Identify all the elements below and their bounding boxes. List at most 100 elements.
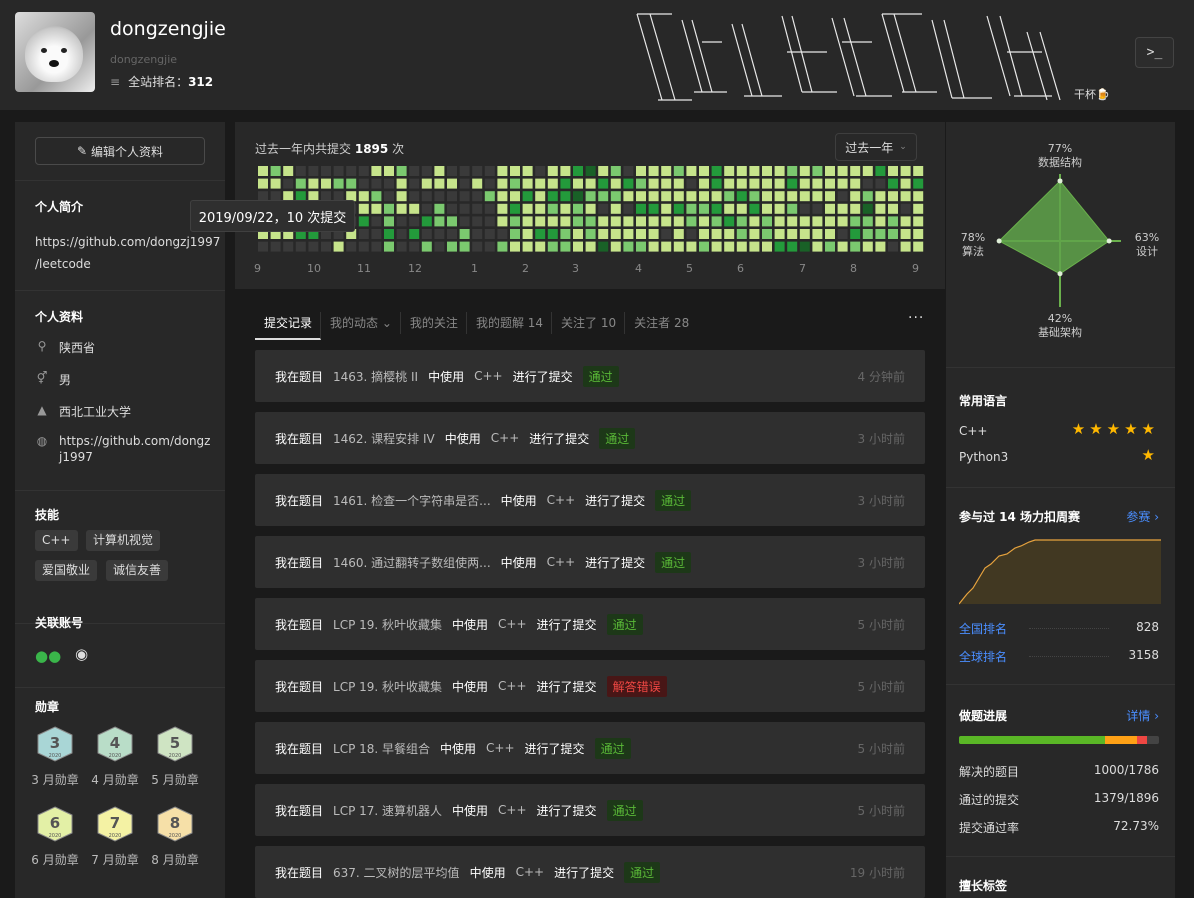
heatmap-cell[interactable] xyxy=(749,216,760,227)
heatmap-cell[interactable] xyxy=(409,216,420,227)
heatmap-cell[interactable] xyxy=(799,191,810,202)
submission-row[interactable]: 我在题目 1461. 检查一个字符串是否... 中使用 C++ 进行了提交 通过 3 小时前 xyxy=(255,474,925,526)
heatmap-cell[interactable] xyxy=(850,229,861,239)
problem-link[interactable]: 1460. 通过翻转子数组使两... xyxy=(333,554,491,571)
heatmap-cell[interactable] xyxy=(900,216,911,227)
heatmap-cell[interactable] xyxy=(862,241,873,252)
heatmap-cell[interactable] xyxy=(799,166,810,176)
github-icon[interactable]: ◉ xyxy=(75,645,88,663)
heatmap-cell[interactable] xyxy=(812,191,823,202)
heatmap-cell[interactable] xyxy=(762,241,772,252)
heatmap-cell[interactable] xyxy=(472,191,483,202)
heatmap-cell[interactable] xyxy=(371,178,382,189)
heatmap-cell[interactable] xyxy=(661,229,672,239)
heatmap-cell[interactable] xyxy=(547,203,558,214)
heatmap-cell[interactable] xyxy=(875,191,886,202)
heatmap-cell[interactable] xyxy=(787,166,798,176)
heatmap-cell[interactable] xyxy=(699,229,709,239)
heatmap-cell[interactable] xyxy=(850,166,861,176)
heatmap-cell[interactable] xyxy=(774,241,785,252)
heatmap-cell[interactable] xyxy=(497,229,508,239)
heatmap-cell[interactable] xyxy=(258,166,268,176)
heatmap-cell[interactable] xyxy=(724,241,735,252)
heatmap-cell[interactable] xyxy=(724,203,735,214)
heatmap-cell[interactable] xyxy=(409,241,420,252)
heatmap-cell[interactable] xyxy=(724,178,735,189)
tab-my-following[interactable]: 我的关注 xyxy=(401,312,467,334)
heatmap-cell[interactable] xyxy=(484,203,495,214)
heatmap-cell[interactable] xyxy=(258,241,268,252)
heatmap-cell[interactable] xyxy=(598,178,609,189)
heatmap-cell[interactable] xyxy=(875,241,886,252)
heatmap-cell[interactable] xyxy=(661,178,672,189)
problem-link[interactable]: 1461. 检查一个字符串是否... xyxy=(333,492,491,509)
heatmap-cell[interactable] xyxy=(812,178,823,189)
heatmap-cell[interactable] xyxy=(358,166,369,176)
heatmap-cell[interactable] xyxy=(711,191,722,202)
heatmap-cell[interactable] xyxy=(535,166,546,176)
heatmap-cell[interactable] xyxy=(308,178,319,189)
heatmap-cell[interactable] xyxy=(787,229,798,239)
heatmap-cell[interactable] xyxy=(711,203,722,214)
heatmap-cell[interactable] xyxy=(585,229,596,239)
heatmap-cell[interactable] xyxy=(913,216,924,227)
heatmap-cell[interactable] xyxy=(762,166,772,176)
heatmap-cell[interactable] xyxy=(333,166,344,176)
heatmap-cell[interactable] xyxy=(484,166,495,176)
heatmap-cell[interactable] xyxy=(283,178,294,189)
heatmap-cell[interactable] xyxy=(396,166,407,176)
heatmap-cell[interactable] xyxy=(850,191,861,202)
heatmap-cell[interactable] xyxy=(371,241,382,252)
submission-row[interactable]: 我在题目 1460. 通过翻转子数组使两... 中使用 C++ 进行了提交 通过 3 小时前 xyxy=(255,536,925,588)
heatmap-cell[interactable] xyxy=(799,216,810,227)
heatmap-cell[interactable] xyxy=(358,191,369,202)
heatmap-cell[interactable] xyxy=(673,203,684,214)
heatmap-cell[interactable] xyxy=(749,166,760,176)
heatmap-cell[interactable] xyxy=(346,166,357,176)
heatmap-cell[interactable] xyxy=(560,229,571,239)
month-badge[interactable]: 4 2020 4 月勋章 xyxy=(87,726,143,788)
heatmap-cell[interactable] xyxy=(522,166,533,176)
heatmap-cell[interactable] xyxy=(547,216,558,227)
heatmap-cell[interactable] xyxy=(384,241,394,252)
heatmap-cell[interactable] xyxy=(812,229,823,239)
heatmap-cell[interactable] xyxy=(283,166,294,176)
heatmap-cell[interactable] xyxy=(497,216,508,227)
heatmap-cell[interactable] xyxy=(799,178,810,189)
status-badge[interactable]: 通过 xyxy=(624,861,661,883)
skill-tag[interactable]: 诚信友善 xyxy=(106,560,169,581)
heatmap-cell[interactable] xyxy=(837,241,848,252)
contest-link[interactable]: 参赛 › xyxy=(1126,508,1159,525)
heatmap-cell[interactable] xyxy=(862,216,873,227)
heatmap-cell[interactable] xyxy=(283,241,294,252)
heatmap-cell[interactable] xyxy=(434,229,445,239)
heatmap-cell[interactable] xyxy=(434,191,445,202)
heatmap-cell[interactable] xyxy=(736,216,747,227)
heatmap-cell[interactable] xyxy=(522,241,533,252)
heatmap-cell[interactable] xyxy=(900,178,911,189)
heatmap-cell[interactable] xyxy=(673,191,684,202)
heatmap-cell[interactable] xyxy=(497,203,508,214)
heatmap-cell[interactable] xyxy=(484,191,495,202)
heatmap-cell[interactable] xyxy=(623,191,634,202)
heatmap-cell[interactable] xyxy=(434,178,445,189)
heatmap-cell[interactable] xyxy=(913,229,924,239)
heatmap-cell[interactable] xyxy=(812,203,823,214)
month-badge[interactable]: 3 2020 3 月勋章 xyxy=(27,726,83,788)
heatmap-cell[interactable] xyxy=(862,166,873,176)
heatmap-cell[interactable] xyxy=(421,191,432,202)
heatmap-cell[interactable] xyxy=(396,203,407,214)
heatmap-cell[interactable] xyxy=(799,229,810,239)
heatmap-cell[interactable] xyxy=(472,241,483,252)
heatmap-cell[interactable] xyxy=(636,191,646,202)
heatmap-cell[interactable] xyxy=(409,166,420,176)
heatmap-cell[interactable] xyxy=(384,166,394,176)
heatmap-cell[interactable] xyxy=(371,216,382,227)
heatmap-cell[interactable] xyxy=(661,216,672,227)
heatmap-cell[interactable] xyxy=(648,229,659,239)
heatmap-cell[interactable] xyxy=(875,203,886,214)
heatmap-cell[interactable] xyxy=(610,178,621,189)
heatmap-cell[interactable] xyxy=(850,216,861,227)
heatmap-cell[interactable] xyxy=(648,241,659,252)
heatmap-cell[interactable] xyxy=(636,241,646,252)
